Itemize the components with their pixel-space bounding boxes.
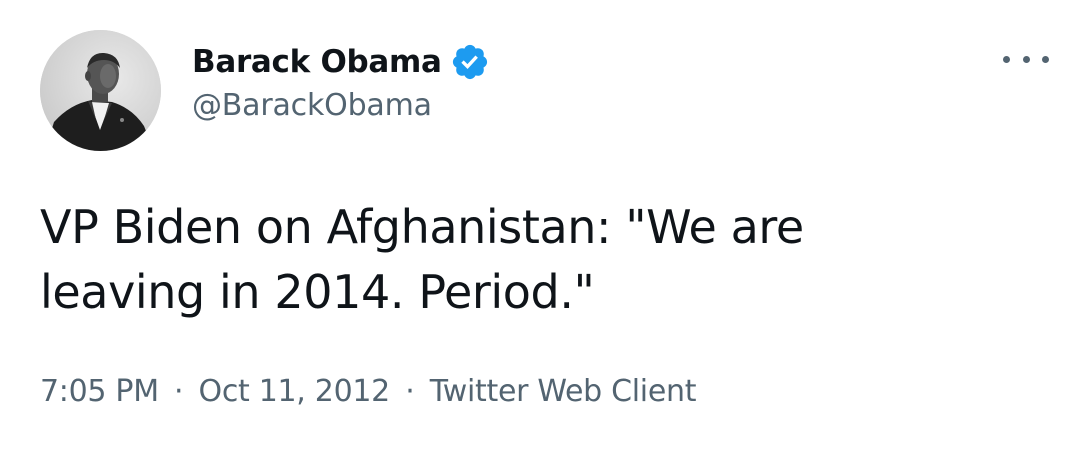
more-horizontal-icon-dot bbox=[1042, 55, 1049, 63]
meta-separator: · bbox=[405, 374, 415, 409]
name-row: Barack Obama bbox=[192, 40, 490, 84]
tweet-time[interactable]: 7:05 PM bbox=[40, 374, 159, 409]
meta-separator: · bbox=[174, 374, 184, 409]
display-name[interactable]: Barack Obama bbox=[192, 44, 442, 80]
avatar[interactable] bbox=[40, 30, 161, 151]
user-handle[interactable]: @BarackObama bbox=[192, 88, 490, 123]
author-block: Barack Obama @BarackObama bbox=[192, 40, 490, 123]
profile-photo-icon bbox=[40, 30, 161, 151]
more-horizontal-icon-dot bbox=[1022, 55, 1030, 63]
verified-badge-icon bbox=[450, 42, 490, 82]
tweet-date[interactable]: Oct 11, 2012 bbox=[199, 374, 391, 409]
tweet-card: Barack Obama @BarackObama VP Biden on Af… bbox=[0, 0, 1089, 460]
tweet-source[interactable]: Twitter Web Client bbox=[430, 374, 697, 409]
more-horizontal-icon bbox=[1003, 55, 1010, 63]
tweet-meta: 7:05 PM · Oct 11, 2012 · Twitter Web Cli… bbox=[40, 374, 696, 409]
more-options-button[interactable] bbox=[1003, 44, 1049, 74]
tweet-text: VP Biden on Afghanistan: "We are leaving… bbox=[40, 200, 804, 319]
